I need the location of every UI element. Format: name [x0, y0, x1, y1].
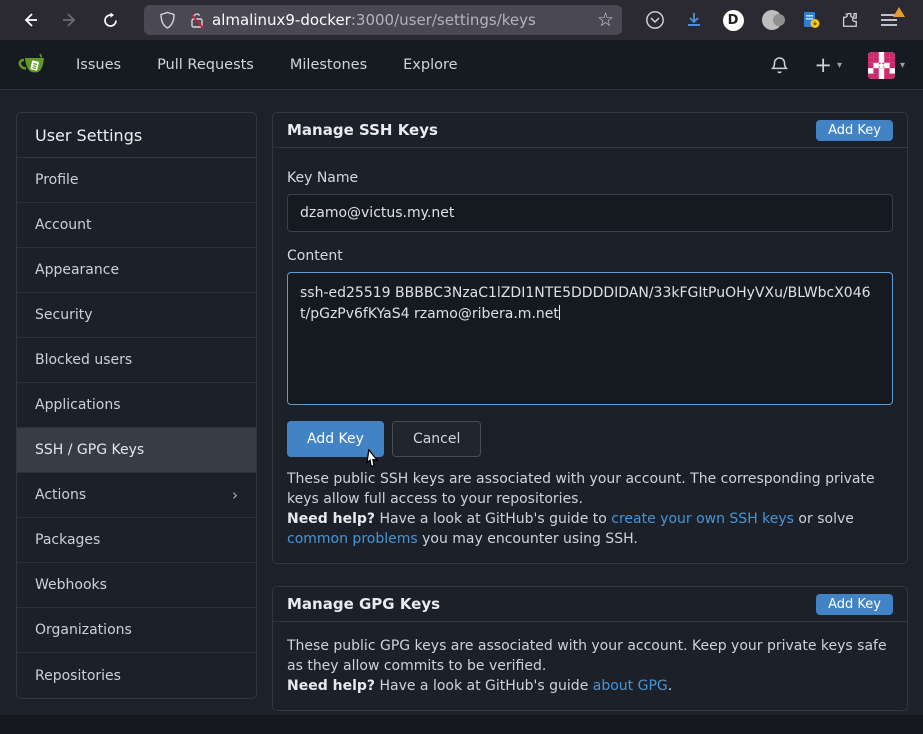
sidebar-item-webhooks[interactable]: Webhooks: [17, 563, 256, 608]
gpg-add-key-toggle-button[interactable]: Add Key: [816, 594, 893, 615]
nav-link-explore[interactable]: Explore: [403, 57, 457, 73]
common-problems-link[interactable]: common problems: [287, 531, 418, 547]
gitea-logo-icon[interactable]: [18, 50, 48, 80]
sidebar-item-profile[interactable]: Profile: [17, 158, 256, 203]
download-icon[interactable]: [679, 5, 709, 35]
plus-icon: +: [814, 55, 832, 76]
sidebar-item-actions[interactable]: Actions›: [17, 473, 256, 518]
sidebar-item-packages[interactable]: Packages: [17, 518, 256, 563]
insecure-lock-icon[interactable]: [182, 5, 212, 35]
content-label: Content: [287, 248, 893, 264]
sidebar-item-security[interactable]: Security: [17, 293, 256, 338]
add-key-submit-button[interactable]: Add Key: [287, 421, 384, 457]
user-avatar-dropdown[interactable]: ▾: [868, 52, 905, 79]
settings-page: User Settings Profile Account Appearance…: [0, 90, 923, 733]
sidebar-item-appearance[interactable]: Appearance: [17, 248, 256, 293]
shield-icon[interactable]: [152, 5, 182, 35]
ssh-help-text: These public SSH keys are associated wit…: [287, 469, 893, 549]
sidebar-item-account[interactable]: Account: [17, 203, 256, 248]
sidebar-title: User Settings: [17, 113, 256, 158]
sidebar-item-ssh-gpg-keys[interactable]: SSH / GPG Keys: [17, 428, 256, 473]
gpg-help-text: These public GPG keys are associated wit…: [287, 636, 893, 696]
menu-hamburger-icon[interactable]: [874, 5, 904, 35]
sidebar-item-repositories[interactable]: Repositories: [17, 653, 256, 698]
url-path: :3000/user/settings/keys: [351, 11, 536, 29]
ssh-panel-title: Manage SSH Keys: [287, 121, 438, 139]
gitea-navbar: Issues Pull Requests Milestones Explore …: [0, 41, 923, 90]
settings-main: Manage SSH Keys Add Key Key Name Content…: [272, 112, 908, 733]
nav-link-pull-requests[interactable]: Pull Requests: [157, 57, 254, 73]
manage-gpg-keys-panel: Manage GPG Keys Add Key These public GPG…: [272, 586, 908, 711]
sidebar-item-applications[interactable]: Applications: [17, 383, 256, 428]
about-gpg-link[interactable]: about GPG: [593, 678, 668, 694]
document-extension-icon[interactable]: [796, 5, 826, 35]
notifications-bell-icon[interactable]: [771, 56, 788, 75]
footer-band: [0, 715, 923, 734]
bookmark-star-icon[interactable]: ☆: [597, 9, 614, 31]
menu-warning-badge: [893, 7, 905, 17]
nav-link-issues[interactable]: Issues: [76, 57, 121, 73]
key-name-input[interactable]: [287, 194, 893, 232]
settings-sidebar: User Settings Profile Account Appearance…: [16, 112, 257, 699]
key-name-label: Key Name: [287, 170, 893, 186]
text-caret: [559, 305, 560, 320]
create-ssh-keys-link[interactable]: create your own SSH keys: [611, 511, 794, 527]
gpg-panel-title: Manage GPG Keys: [287, 595, 440, 613]
chevron-down-icon: ▾: [900, 60, 905, 71]
gray-extension-icon[interactable]: [757, 5, 787, 35]
chevron-down-icon: ▾: [837, 60, 842, 71]
avatar: [868, 52, 895, 79]
ssh-content-textarea[interactable]: ssh-ed25519 BBBBC3NzaC1lZDI1NTE5DDDDIDAN…: [287, 272, 893, 405]
manage-ssh-keys-panel: Manage SSH Keys Add Key Key Name Content…: [272, 112, 908, 564]
cancel-button[interactable]: Cancel: [392, 421, 481, 457]
ssh-add-key-toggle-button[interactable]: Add Key: [816, 120, 893, 141]
nav-link-milestones[interactable]: Milestones: [290, 57, 367, 73]
url-bar[interactable]: almalinux9-docker:3000/user/settings/key…: [144, 5, 622, 35]
sidebar-item-organizations[interactable]: Organizations: [17, 608, 256, 653]
browser-toolbar: almalinux9-docker:3000/user/settings/key…: [0, 0, 923, 41]
create-new-dropdown[interactable]: + ▾: [814, 55, 842, 76]
puzzle-extensions-icon[interactable]: [835, 5, 865, 35]
pocket-icon[interactable]: [640, 5, 670, 35]
chevron-right-icon: ›: [232, 486, 238, 504]
forward-button[interactable]: [54, 4, 86, 36]
sidebar-item-blocked-users[interactable]: Blocked users: [17, 338, 256, 383]
duckduckgo-extension-icon[interactable]: D: [718, 5, 748, 35]
back-button[interactable]: [14, 4, 46, 36]
reload-button[interactable]: [94, 4, 126, 36]
url-host: almalinux9-docker: [212, 11, 351, 29]
